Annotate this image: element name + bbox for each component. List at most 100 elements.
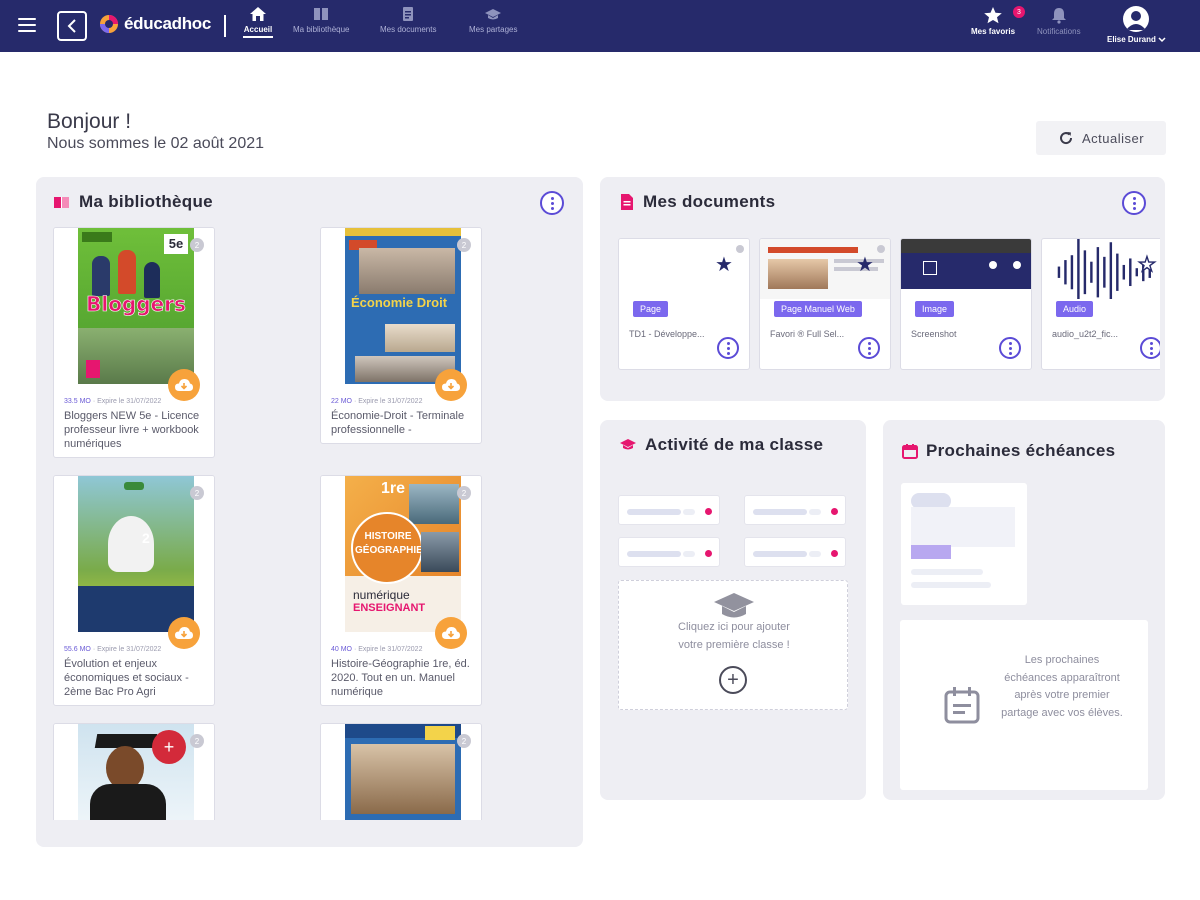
greeting-title: Bonjour ! [47, 110, 132, 133]
info-dot [736, 245, 744, 253]
book-expiry: · Expire le 31/07/2022 [92, 398, 162, 405]
class-placeholder [744, 495, 846, 525]
cover-tag [82, 232, 112, 242]
add-class-text: Cliquez ici pour ajouter votre première … [619, 618, 849, 654]
book-cover-graduation: + [78, 724, 194, 820]
document-type-badge: Image [915, 301, 955, 317]
deadline-placeholder-card [901, 483, 1027, 605]
cover-figure [118, 250, 136, 294]
documents-strip: ★ Page TD1 - Développe... ★ Page Manuel … [600, 0, 1160, 400]
info-badge: 2 [457, 486, 471, 500]
document-card[interactable]: ★ Page TD1 - Développe... [618, 238, 750, 370]
thumb-app-bar [901, 253, 1031, 289]
cover-gown [90, 784, 166, 820]
download-button[interactable] [168, 369, 200, 401]
cover-photo [351, 744, 455, 814]
book-card[interactable]: Économie Droit 2 22 MO · Expire le 31/07… [320, 227, 482, 444]
logo-icon [100, 15, 118, 33]
book-cover-bloggers: 5e Bloggers [78, 228, 194, 384]
cover-title: Bloggers [86, 292, 186, 317]
cover-photo [385, 324, 455, 352]
graduation-cap-icon [620, 439, 636, 450]
nav-mes-partages[interactable]: Mes partages [469, 6, 517, 34]
cloud-download-icon [175, 379, 193, 391]
library-header: Ma bibliothèque [53, 192, 213, 212]
cover-subtitle: numérique [353, 588, 410, 602]
cover-title: Économie Droit [351, 295, 448, 310]
book-card[interactable]: 1re HISTOIRE GÉOGRAPHIE numérique ENSEIG… [320, 475, 482, 706]
document-name: TD1 - Développe... [629, 329, 705, 339]
book-expiry: · Expire le 31/07/2022 [353, 646, 423, 653]
add-class-button[interactable]: Cliquez ici pour ajouter votre première … [618, 580, 848, 710]
document-card[interactable]: Image Screenshot [900, 238, 1032, 370]
info-dot [877, 245, 885, 253]
placeholder-shape [911, 507, 1015, 547]
app-logo[interactable]: éducadhoc [99, 14, 211, 34]
placeholder-shape [911, 569, 983, 575]
download-button[interactable] [435, 617, 467, 649]
cover-stripe [345, 228, 461, 236]
document-more-button[interactable] [999, 337, 1021, 359]
document-more-button[interactable] [858, 337, 880, 359]
book-cover-area: 2 2 [54, 476, 214, 632]
library-icon [54, 197, 69, 208]
cloud-download-icon [442, 627, 460, 639]
nav-accueil[interactable]: Accueil [243, 6, 273, 38]
book-size: 40 MO [331, 646, 353, 653]
documents-icon [403, 7, 414, 21]
document-name: Screenshot [911, 329, 957, 339]
star-filled-icon[interactable]: ★ [856, 255, 874, 275]
graduation-cap-icon [485, 9, 502, 20]
book-card[interactable]: + 2 [53, 723, 215, 820]
deadlines-empty-text: Les prochaines échéances apparaîtront ap… [1001, 654, 1123, 719]
book-title: Histoire-Géographie 1re, éd. 2020. Tout … [331, 658, 470, 698]
info-badge: 2 [457, 238, 471, 252]
cover-subtitle: ENSEIGNANT [353, 602, 426, 614]
book-card[interactable]: 2 [320, 723, 482, 820]
class-placeholder [618, 495, 720, 525]
class-activity-title: Activité de ma classe [645, 435, 824, 454]
library-icon [314, 8, 329, 20]
info-badge: 2 [190, 486, 204, 500]
document-thumbnail [901, 239, 1031, 299]
plus-icon[interactable]: + [719, 666, 747, 694]
document-more-button[interactable] [1140, 337, 1160, 359]
document-type-badge: Page Manuel Web [774, 301, 862, 317]
star-outline-icon[interactable]: ★ [1137, 254, 1156, 275]
nav-label: Ma bibliothèque [293, 25, 350, 34]
document-card[interactable]: ★ Audio audio_u2t2_fic... [1041, 238, 1160, 370]
book-title: Évolution et enjeux économiques et socia… [64, 658, 189, 698]
thumb-icon [989, 261, 997, 269]
book-card[interactable]: 5e Bloggers 2 33.5 MO · Expire le 31/07/… [53, 227, 215, 458]
placeholder-shape [911, 582, 991, 588]
cover-tag [425, 726, 455, 740]
document-more-button[interactable] [717, 337, 739, 359]
back-button[interactable] [57, 11, 87, 41]
cover-level: 2 [142, 530, 150, 546]
library-more-button[interactable] [540, 191, 564, 215]
book-card[interactable]: 2 2 55.6 MO · Expire le 31/07/2022 Évolu… [53, 475, 215, 706]
book-cover-area: 5e Bloggers 2 [54, 228, 214, 384]
book-cover-histoire: 1re HISTOIRE GÉOGRAPHIE numérique ENSEIG… [345, 476, 461, 632]
thumb-back [923, 261, 937, 275]
book-cover-eco-droit: Économie Droit [345, 228, 461, 384]
book-title: Économie-Droit - Terminale professionnel… [331, 410, 465, 436]
document-type-badge: Page [633, 301, 669, 317]
book-cover-evolution: 2 [78, 476, 194, 632]
cover-level: 5e [164, 234, 188, 254]
calendar-icon [944, 687, 980, 724]
download-button[interactable] [168, 617, 200, 649]
book-cover-area: Économie Droit 2 [321, 228, 481, 384]
greeting-date: Nous sommes le 02 août 2021 [47, 135, 265, 152]
book-cover-area: + 2 [54, 724, 214, 820]
nav-ma-bibliotheque[interactable]: Ma bibliothèque [293, 6, 349, 34]
menu-icon[interactable] [18, 18, 36, 32]
download-button[interactable] [435, 369, 467, 401]
book-size: 55.6 MO [64, 646, 91, 653]
add-class-line: votre première classe ! [678, 639, 790, 651]
document-name: audio_u2t2_fic... [1052, 329, 1119, 339]
star-filled-icon[interactable]: ★ [715, 255, 733, 275]
deadlines-empty-state: Les prochaines échéances apparaîtront ap… [900, 620, 1148, 790]
document-card[interactable]: ★ Page Manuel Web Favori ® Full Sel... [759, 238, 891, 370]
nav-mes-documents[interactable]: Mes documents [380, 6, 436, 34]
